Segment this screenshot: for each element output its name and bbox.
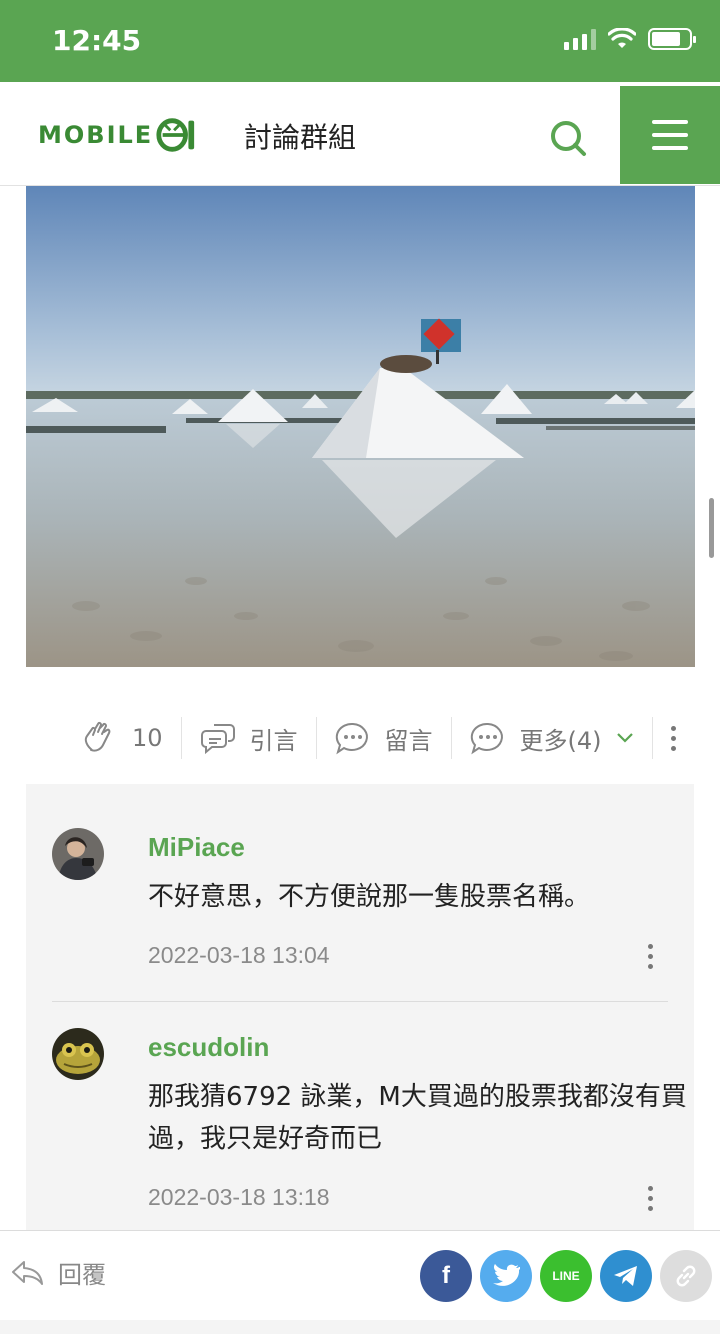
comment-button[interactable]: 留言 [335,712,433,764]
divider [315,717,317,759]
post-action-bar: 10 引言 留言 更多(4) [82,712,702,764]
post-photo[interactable] [26,186,695,667]
facebook-icon: f [442,1262,450,1289]
comment-author[interactable]: escudolin [148,1032,269,1063]
more-button[interactable]: 更多(4) [470,712,634,764]
comment-label: 留言 [384,726,433,755]
comment-author[interactable]: MiPiace [148,832,245,863]
hamburger-menu-button[interactable] [620,86,720,184]
more-label: 更多(4) [519,726,602,755]
divider [651,717,653,759]
quote-label: 引言 [249,726,298,755]
more-bubble-icon [470,722,503,755]
comment-more-options-icon[interactable] [648,944,653,969]
copy-link-button[interactable] [660,1250,712,1302]
cellular-signal-icon [564,28,596,50]
comment-text: 那我猜6792 詠業，M大買過的股票我都沒有買過，我只是好奇而已 [148,1082,687,1154]
reply-button[interactable]: 回覆 [10,1255,106,1290]
quote-bubble-icon [200,724,235,755]
avatar[interactable] [52,1028,104,1080]
link-icon [676,1265,696,1287]
comment-divider [52,1001,668,1002]
status-icons [564,28,696,50]
logo-text: MOBILE [38,121,154,149]
bottom-action-bar: 回覆 f LINE [0,1230,720,1320]
like-button[interactable]: 10 [82,712,163,764]
line-share-button[interactable]: LINE [540,1250,592,1302]
twitter-share-button[interactable] [480,1250,532,1302]
battery-icon [648,28,696,50]
comment-text: 不好意思，不方便說那一隻股票名稱。 [148,882,591,912]
search-icon[interactable] [544,114,592,162]
reply-label: 回覆 [58,1261,106,1289]
clap-icon [84,721,111,752]
comment-bubble-icon [335,722,368,755]
like-count: 10 [132,724,163,752]
home-indicator-area [0,1320,720,1334]
logo-01-badge-icon [156,118,195,152]
comments-panel: MiPiace 不好意思，不方便說那一隻股票名稱。 2022-03-18 13:… [26,784,694,1234]
divider [450,717,452,759]
app-header: MOBILE 討論群組 [0,86,720,186]
reply-arrow-icon [12,1260,43,1285]
scrollbar-thumb[interactable] [709,498,714,558]
line-icon: LINE [552,1269,580,1283]
chevron-down-icon [616,733,633,743]
post-more-options-icon[interactable] [670,725,676,751]
divider [180,717,182,759]
status-time: 12:45 [52,24,142,57]
mobile01-logo[interactable]: MOBILE [38,114,197,156]
comment-more-options-icon[interactable] [648,1186,653,1211]
wifi-icon [608,28,636,48]
telegram-plane-icon [614,1266,637,1286]
page-title: 討論群組 [244,121,357,154]
comment-timestamp: 2022-03-18 13:18 [148,1184,330,1210]
facebook-share-button[interactable]: f [420,1250,472,1302]
twitter-bird-icon [493,1264,520,1286]
quote-button[interactable]: 引言 [200,712,298,764]
avatar[interactable] [52,828,104,880]
comment-timestamp: 2022-03-18 13:04 [148,942,330,968]
telegram-share-button[interactable] [600,1250,652,1302]
status-bar: 12:45 [0,0,720,82]
